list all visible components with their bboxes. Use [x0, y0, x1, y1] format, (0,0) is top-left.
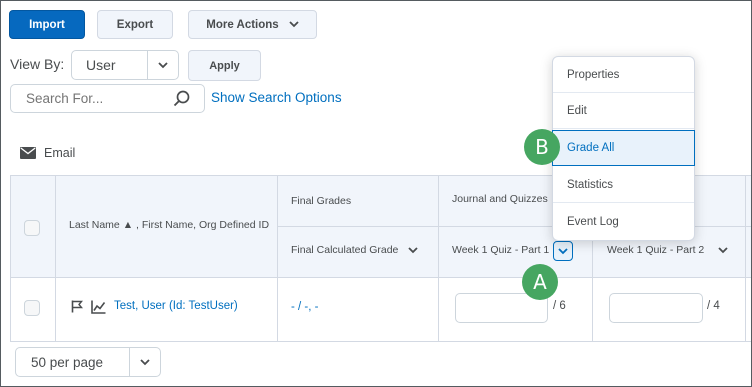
- email-action[interactable]: Email: [20, 146, 75, 160]
- table-border: [592, 226, 593, 342]
- final-calculated-grade-label: Final Calculated Grade: [291, 244, 399, 256]
- apply-label: Apply: [209, 59, 240, 72]
- name-column-header[interactable]: Last Name ▲ , First Name, Org Defined ID: [69, 219, 274, 231]
- show-search-options-link[interactable]: Show Search Options: [211, 90, 342, 105]
- chevron-down-icon: [558, 247, 568, 254]
- menu-item-properties[interactable]: Properties: [553, 57, 694, 93]
- callout-b: B: [524, 129, 560, 165]
- view-by-label: View By:: [10, 56, 65, 72]
- more-actions-button[interactable]: More Actions: [188, 10, 317, 39]
- table-border: [10, 341, 751, 342]
- email-label: Email: [44, 146, 76, 160]
- chevron-down-icon: [140, 358, 150, 365]
- chevron-down-icon: [289, 21, 299, 28]
- view-by-caret: [147, 51, 178, 79]
- final-grades-header: Final Grades: [291, 195, 352, 207]
- table-border: [277, 175, 278, 342]
- flag-icon[interactable]: [71, 300, 83, 313]
- chevron-down-icon: [158, 61, 168, 68]
- search-input[interactable]: [24, 90, 168, 107]
- import-button[interactable]: Import: [9, 10, 85, 39]
- select-all-checkbox[interactable]: [24, 220, 40, 236]
- per-page-caret: [129, 348, 160, 376]
- week1-part2-grade-input[interactable]: [609, 293, 703, 323]
- column-context-menu: Properties Edit Grade All Statistics Eve…: [552, 56, 695, 241]
- week1-part1-header[interactable]: Week 1 Quiz - Part 1: [452, 244, 549, 256]
- menu-item-event-log[interactable]: Event Log: [553, 204, 694, 240]
- week1-part2-label: Week 1 Quiz - Part 2: [607, 244, 705, 256]
- week1-part1-label: Week 1 Quiz - Part 1: [452, 244, 550, 256]
- per-page-selected: 50 per page: [31, 354, 104, 370]
- menu-item-grade-all[interactable]: Grade All: [552, 130, 695, 166]
- user-link[interactable]: Test, User (Id: TestUser): [114, 300, 238, 312]
- menu-item-edit[interactable]: Edit: [553, 93, 694, 129]
- import-label: Import: [29, 18, 65, 31]
- export-label: Export: [116, 18, 154, 31]
- view-by-selected: User: [86, 57, 116, 73]
- more-actions-label: More Actions: [206, 18, 279, 31]
- journal-quizzes-header: Journal and Quizzes: [452, 193, 548, 205]
- table-border: [10, 277, 751, 278]
- week1-part2-max: / 4: [707, 300, 720, 312]
- week1-part1-menu-button[interactable]: [553, 241, 573, 261]
- menu-item-statistics[interactable]: Statistics: [553, 167, 694, 203]
- week1-part2-header[interactable]: Week 1 Quiz - Part 2: [607, 244, 728, 256]
- chevron-down-icon[interactable]: [718, 246, 728, 254]
- search-icon[interactable]: [173, 90, 190, 107]
- export-button[interactable]: Export: [97, 10, 173, 39]
- per-page-select[interactable]: 50 per page: [15, 347, 161, 377]
- table-border: [10, 175, 11, 342]
- table-border: [55, 175, 56, 342]
- table-border: [745, 175, 746, 342]
- envelope-icon: [20, 147, 36, 159]
- stats-chart-icon[interactable]: [91, 300, 106, 314]
- chevron-down-icon[interactable]: [408, 246, 419, 254]
- apply-button[interactable]: Apply: [188, 50, 261, 81]
- view-by-select[interactable]: User: [71, 50, 179, 80]
- row-checkbox[interactable]: [24, 300, 40, 316]
- week1-part1-max: / 6: [553, 300, 566, 312]
- search-field[interactable]: [10, 84, 205, 113]
- grades-page: Import Export More Actions View By: User…: [0, 0, 752, 387]
- final-calculated-grade-header[interactable]: Final Calculated Grade: [291, 244, 419, 256]
- callout-a: A: [522, 264, 558, 300]
- final-grade-value[interactable]: - / -, -: [291, 301, 318, 313]
- table-border: [438, 175, 439, 342]
